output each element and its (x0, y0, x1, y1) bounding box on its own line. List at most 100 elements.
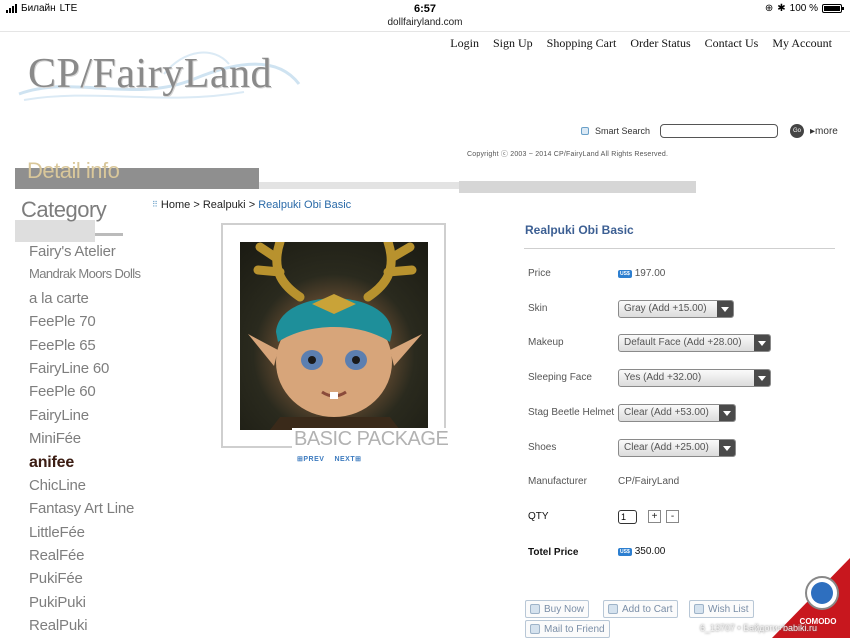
sleeping-face-select-value: Yes (Add +32.00) (624, 372, 702, 383)
chevron-down-icon (719, 405, 735, 421)
clock: 6:57 (413, 3, 437, 15)
buy-now-button[interactable]: Buy Now (525, 600, 590, 618)
qty-decrease-button[interactable]: - (666, 510, 679, 523)
chevron-down-icon (719, 440, 735, 456)
add-to-cart-label: Add to Cart (622, 603, 673, 615)
prev-button[interactable]: ⊞PREV (297, 455, 324, 463)
category-item[interactable]: LittleFée (29, 524, 140, 547)
category-item[interactable]: a la carte (29, 290, 140, 313)
option-label-helmet: Stag Beetle Helmet (528, 407, 615, 418)
address-bar-url[interactable]: dollfairyland.com (0, 17, 850, 28)
top-nav: Login Sign Up Shopping Cart Order Status… (450, 36, 832, 51)
makeup-select-value: Default Face (Add +28.00) (624, 337, 742, 348)
option-label-shoes: Shoes (528, 442, 557, 453)
breadcrumb-separator: > (193, 199, 200, 211)
wish-list-label: Wish List (708, 603, 749, 615)
option-label-sleeping-face: Sleeping Face (528, 372, 592, 383)
ios-status-bar: Билайн LTE 6:57 dollfairyland.com ⊕ ✱ 10… (0, 0, 850, 32)
buy-now-label: Buy Now (544, 603, 585, 615)
smart-search: Smart Search Go ▸more (581, 124, 838, 138)
sleeping-face-select[interactable]: Yes (Add +32.00) (618, 369, 771, 387)
category-item[interactable]: FairyLine 60 (29, 360, 140, 383)
image-pager: ⊞PREV NEXT⊞ (297, 455, 361, 463)
category-item[interactable]: RealPuki (29, 617, 140, 638)
category-item[interactable]: Fairy's Atelier (29, 243, 140, 266)
product-photo[interactable] (240, 242, 428, 430)
product-title-divider (524, 248, 835, 249)
chevron-down-icon (754, 335, 770, 351)
usd-badge-icon: US$ (618, 270, 632, 278)
search-label: Smart Search (595, 126, 651, 136)
price-amount: 197.00 (634, 268, 666, 279)
makeup-select[interactable]: Default Face (Add +28.00) (618, 334, 771, 352)
category-item[interactable]: Fantasy Art Line (29, 500, 140, 523)
copyright: Copyright ⓒ 2003 ~ 2014 CP/FairyLand All… (467, 151, 669, 158)
category-item[interactable]: FeePle 70 (29, 313, 140, 336)
price-value: US$ 197.00 (618, 268, 665, 279)
section-title: Detail info (27, 158, 120, 183)
option-label-makeup: Makeup (528, 337, 564, 348)
package-caption: BASIC PACKAGE (292, 428, 451, 451)
nav-contact-us[interactable]: Contact Us (705, 36, 759, 51)
qty-increase-button[interactable]: + (648, 510, 661, 523)
helmet-select[interactable]: Clear (Add +53.00) (618, 404, 736, 422)
category-item[interactable]: ChicLine (29, 477, 140, 500)
next-label: NEXT (334, 456, 356, 463)
breadcrumb-icon: ⠿ (152, 200, 158, 209)
nav-sign-up[interactable]: Sign Up (493, 36, 533, 51)
product-title: Realpuki Obi Basic (525, 223, 634, 237)
category-item[interactable]: MiniFée (29, 430, 140, 453)
battery-label: 100 % (789, 3, 818, 14)
option-label-skin: Skin (528, 303, 548, 314)
battery-icon (822, 4, 844, 13)
breadcrumb: ⠿ Home > Realpuki > Realpuki Obi Basic (152, 199, 351, 211)
category-divider (95, 233, 123, 236)
category-item[interactable]: PukiFée (29, 570, 140, 593)
next-button[interactable]: NEXT⊞ (334, 455, 361, 463)
bluetooth-icon: ✱ (777, 3, 786, 14)
category-list: Fairy's Atelier Mandrak Moors Dolls a la… (29, 243, 141, 638)
category-bar (15, 220, 95, 242)
category-item[interactable]: Mandrak Moors Dolls (29, 266, 141, 289)
nav-shopping-cart[interactable]: Shopping Cart (547, 36, 617, 51)
category-title: Category (21, 197, 107, 222)
category-item[interactable]: FeePle 60 (29, 383, 140, 406)
more-link[interactable]: ▸more (810, 126, 838, 137)
category-item[interactable]: anifee (29, 454, 140, 477)
orientation-lock-icon: ⊕ (764, 3, 774, 14)
watermark: 6_13707 • Байдоги+babiki.ru (700, 623, 817, 633)
add-to-cart-button[interactable]: Add to Cart (603, 600, 678, 618)
search-icon (581, 127, 589, 135)
wish-list-button[interactable]: Wish List (689, 600, 754, 618)
manufacturer-label: Manufacturer (528, 476, 587, 487)
breadcrumb-current[interactable]: Realpuki Obi Basic (258, 199, 351, 211)
skin-select-value: Gray (Add +15.00) (624, 303, 707, 314)
manufacturer-value: CP/FairyLand (618, 476, 680, 487)
mail-icon (530, 624, 540, 634)
category-item[interactable]: FeePle 65 (29, 337, 140, 360)
go-button[interactable]: Go (790, 124, 805, 138)
category-item[interactable]: FairyLine (29, 407, 140, 430)
cart-icon (608, 604, 618, 614)
chevron-down-icon (717, 301, 733, 317)
nav-order-status[interactable]: Order Status (630, 36, 690, 51)
search-input[interactable] (660, 124, 779, 138)
breadcrumb-home[interactable]: Home (161, 199, 190, 211)
skin-select[interactable]: Gray (Add +15.00) (618, 300, 734, 318)
shoes-select[interactable]: Clear (Add +25.00) (618, 439, 736, 457)
category-item[interactable]: PukiPuki (29, 594, 140, 617)
qty-input[interactable] (618, 510, 637, 524)
nav-login[interactable]: Login (450, 36, 479, 51)
qty-label: QTY (528, 511, 549, 522)
site-logo[interactable]: CP/FairyLand (28, 50, 272, 98)
breadcrumb-separator: > (248, 199, 256, 211)
category-item[interactable]: RealFée (29, 547, 140, 570)
total-price-value: US$ 350.00 (618, 546, 665, 557)
heart-icon (694, 604, 704, 614)
mail-to-friend-button[interactable]: Mail to Friend (525, 620, 610, 638)
breadcrumb-parent[interactable]: Realpuki (203, 199, 246, 211)
nav-my-account[interactable]: My Account (772, 36, 832, 51)
mail-to-friend-label: Mail to Friend (544, 623, 605, 635)
detail-divider-dark (459, 181, 696, 193)
price-label: Price (528, 268, 551, 279)
